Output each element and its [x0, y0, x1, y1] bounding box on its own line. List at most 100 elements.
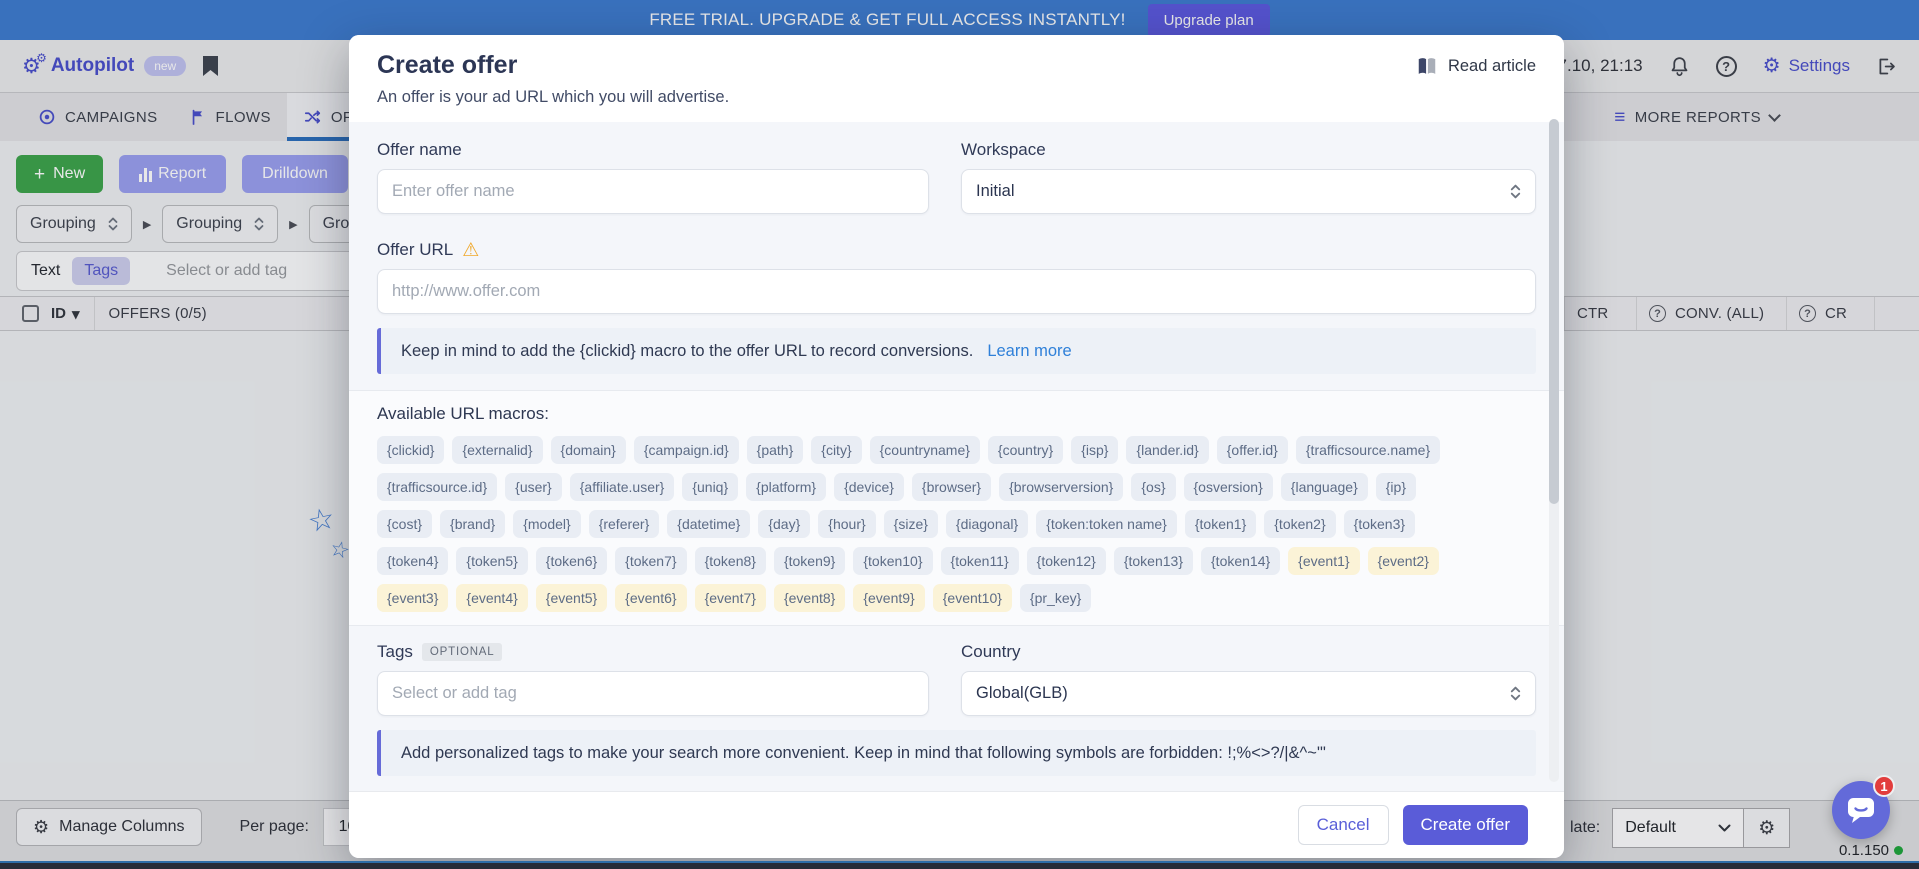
macro-chip[interactable]: {device}	[834, 473, 904, 501]
macro-chip[interactable]: {model}	[513, 510, 580, 538]
macro-chip[interactable]: {day}	[758, 510, 810, 538]
macro-chip[interactable]: {isp}	[1071, 436, 1118, 464]
macro-chip[interactable]: {osversion}	[1184, 473, 1273, 501]
macro-chip[interactable]: {token12}	[1027, 547, 1106, 575]
workspace-label: Workspace	[961, 140, 1536, 160]
modal-header: Create offer An offer is your ad URL whi…	[349, 35, 1564, 122]
macro-chip[interactable]: {event7}	[695, 584, 766, 612]
learn-more-link[interactable]: Learn more	[987, 342, 1071, 361]
macro-chip[interactable]: {trafficsource.name}	[1296, 436, 1440, 464]
bottom-edge-strip	[0, 861, 1919, 869]
clickid-note: Keep in mind to add the {clickid} macro …	[377, 328, 1536, 374]
tags-note: Add personalized tags to make your searc…	[377, 730, 1536, 776]
macro-chip[interactable]: {ip}	[1376, 473, 1416, 501]
macro-chip[interactable]: {datetime}	[667, 510, 750, 538]
modal-footer: Cancel Create offer	[349, 791, 1564, 858]
macro-chip[interactable]: {affiliate.user}	[570, 473, 675, 501]
tags-label: Tags OPTIONAL	[377, 642, 929, 662]
book-icon	[1416, 57, 1438, 76]
macro-chip[interactable]: {platform}	[746, 473, 826, 501]
macro-chip[interactable]: {brand}	[440, 510, 505, 538]
macro-chip[interactable]: {lander.id}	[1126, 436, 1208, 464]
macro-chip[interactable]: {path}	[747, 436, 804, 464]
macro-chip[interactable]: {token:token name}	[1036, 510, 1177, 538]
macro-row: {event3} {event4} {event5} {event6} {event7}…	[377, 584, 1536, 612]
macro-chip[interactable]: {browser}	[912, 473, 991, 501]
macro-chip[interactable]: {token9}	[774, 547, 845, 575]
modal-subtitle: An offer is your ad URL which you will a…	[377, 88, 1536, 107]
macro-chip[interactable]: {hour}	[818, 510, 875, 538]
optional-badge: OPTIONAL	[422, 643, 503, 661]
macro-chip[interactable]: {offer.id}	[1217, 436, 1288, 464]
macro-chip-rows: {clickid} {externalid} {domain} {campaign.i…	[377, 436, 1536, 612]
macro-chip[interactable]: {browserversion}	[999, 473, 1123, 501]
warning-icon: ⚠	[462, 241, 479, 260]
macro-chip[interactable]: {os}	[1131, 473, 1175, 501]
tags-input[interactable]	[377, 671, 929, 716]
macro-row: {trafficsource.id} {user} {affiliate.user}…	[377, 473, 1536, 501]
macro-chip[interactable]: {token5}	[456, 547, 527, 575]
scrollbar-thumb[interactable]	[1549, 119, 1559, 504]
workspace-select[interactable]: Initial	[961, 169, 1536, 214]
modal-scrollbar	[1549, 119, 1559, 782]
macro-chip[interactable]: {event2}	[1368, 547, 1439, 575]
offer-name-input[interactable]	[377, 169, 929, 214]
chat-unread-badge: 1	[1873, 775, 1895, 797]
create-offer-modal: Create offer An offer is your ad URL whi…	[349, 35, 1564, 858]
offer-url-input[interactable]	[377, 269, 1536, 314]
macro-chip[interactable]: {token8}	[695, 547, 766, 575]
macro-row: {clickid} {externalid} {domain} {campaign.i…	[377, 436, 1536, 464]
macro-chip[interactable]: {pr_key}	[1020, 584, 1091, 612]
macro-chip[interactable]: {cost}	[377, 510, 432, 538]
macro-row: {token4} {token5} {token6} {token7} {token8}…	[377, 547, 1536, 575]
macro-chip[interactable]: {clickid}	[377, 436, 444, 464]
country-label: Country	[961, 642, 1536, 662]
macro-chip[interactable]: {event8}	[774, 584, 845, 612]
macro-chip[interactable]: {event10}	[933, 584, 1012, 612]
macro-chip[interactable]: {language}	[1281, 473, 1368, 501]
macro-chip[interactable]: {referer}	[589, 510, 660, 538]
macro-chip[interactable]: {token13}	[1114, 547, 1193, 575]
macro-chip[interactable]: {token4}	[377, 547, 448, 575]
offer-name-label: Offer name	[377, 140, 929, 160]
macro-chip[interactable]: {token6}	[536, 547, 607, 575]
chat-widget-button[interactable]: 1	[1832, 781, 1890, 839]
macro-chip[interactable]: {token2}	[1264, 510, 1335, 538]
read-article-link[interactable]: Read article	[1416, 57, 1536, 76]
macro-chip[interactable]: {token1}	[1185, 510, 1256, 538]
macro-chip[interactable]: {token14}	[1201, 547, 1280, 575]
macro-chip[interactable]: {token10}	[853, 547, 932, 575]
macro-chip[interactable]: {event6}	[615, 584, 686, 612]
modal-title: Create offer	[377, 51, 1536, 80]
country-select[interactable]: Global(GLB)	[961, 671, 1536, 716]
macro-chip[interactable]: {size}	[884, 510, 938, 538]
offer-url-label: Offer URL ⚠	[377, 240, 1536, 260]
updown-chevron-icon	[1510, 685, 1521, 702]
macro-chip[interactable]: {event9}	[853, 584, 924, 612]
macro-chip[interactable]: {diagonal}	[946, 510, 1028, 538]
updown-chevron-icon	[1510, 183, 1521, 200]
modal-body: Offer name Workspace Initial Offer URL ⚠…	[349, 122, 1564, 791]
macro-row: {cost} {brand} {model} {referer}{datetime} {…	[377, 510, 1536, 538]
macros-title: Available URL macros:	[377, 404, 1536, 424]
macro-chip[interactable]: {city}	[811, 436, 861, 464]
cancel-button[interactable]: Cancel	[1298, 805, 1389, 845]
macro-chip[interactable]: {token3}	[1344, 510, 1415, 538]
macro-chip[interactable]: {event5}	[536, 584, 607, 612]
macro-chip[interactable]: {token7}	[615, 547, 686, 575]
macro-chip[interactable]: {countryname}	[870, 436, 980, 464]
url-macros-section: Available URL macros: {clickid} {external…	[349, 390, 1564, 626]
macro-chip[interactable]: {externalid}	[452, 436, 542, 464]
macro-chip[interactable]: {event1}	[1288, 547, 1359, 575]
macro-chip[interactable]: {token11}	[941, 547, 1019, 575]
macro-chip[interactable]: {campaign.id}	[634, 436, 739, 464]
macro-chip[interactable]: {country}	[988, 436, 1063, 464]
macro-chip[interactable]: {event4}	[456, 584, 527, 612]
chat-bubble-icon	[1846, 796, 1876, 824]
macro-chip[interactable]: {user}	[505, 473, 562, 501]
macro-chip[interactable]: {uniq}	[682, 473, 738, 501]
macro-chip[interactable]: {domain}	[551, 436, 626, 464]
macro-chip[interactable]: {event3}	[377, 584, 448, 612]
create-offer-button[interactable]: Create offer	[1403, 805, 1528, 845]
macro-chip[interactable]: {trafficsource.id}	[377, 473, 497, 501]
